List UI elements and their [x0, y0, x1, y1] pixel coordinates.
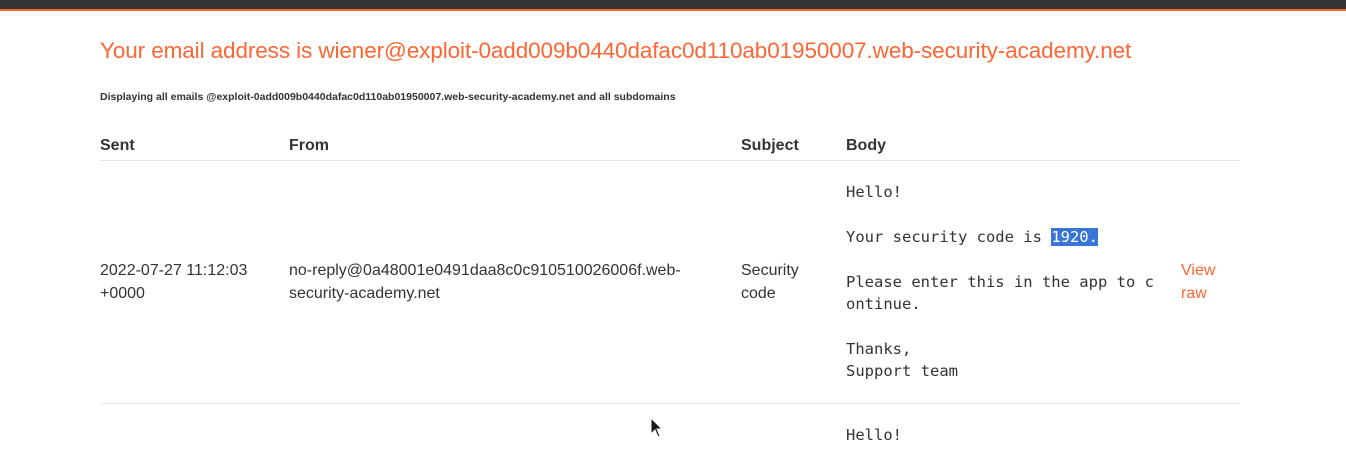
row-divider [100, 403, 1240, 404]
body-line-greeting: Hello! [846, 183, 902, 201]
body-line-instruction: Please enter this in the app to c [846, 273, 1154, 291]
from-cell: no-reply@0a48001e0491daa8c0c910510026006… [289, 262, 681, 302]
body-line-greeting: Hello! [846, 426, 902, 444]
selected-security-code[interactable]: 1920. [1051, 228, 1098, 246]
header-divider [100, 160, 1240, 161]
body-line-instruction-cont: ontinue. [846, 295, 921, 313]
email-address-heading: Your email address is wiener@exploit-0ad… [100, 38, 1132, 63]
view-raw-link[interactable]: View raw [1181, 259, 1215, 305]
sent-cell: 2022-07-27 11:12:03 +0000 [100, 262, 248, 302]
top-bar [0, 0, 1346, 11]
body-line-code: Your security code is 1920. [846, 228, 1098, 246]
column-header-body: Body [846, 137, 886, 154]
body-line-signature: Support team [846, 362, 958, 380]
mouse-cursor-icon [650, 417, 664, 438]
display-info-text: Displaying all emails @exploit-0add009b0… [100, 91, 676, 103]
column-header-from: From [289, 137, 329, 154]
subject-cell: Security code [741, 262, 799, 302]
body-line-thanks: Thanks, [846, 340, 912, 358]
column-header-sent: Sent [100, 137, 135, 154]
column-header-subject: Subject [741, 137, 799, 154]
